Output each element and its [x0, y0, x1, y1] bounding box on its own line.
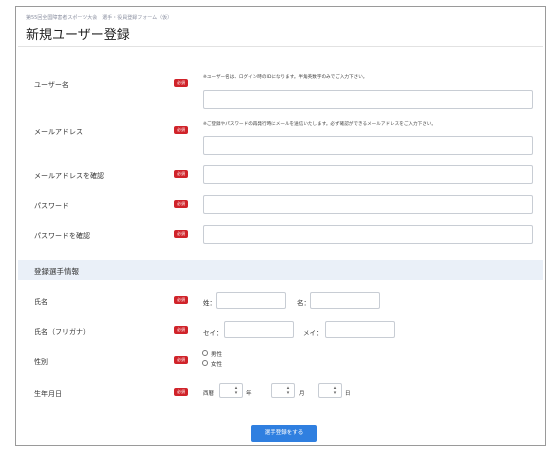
password-input[interactable] [203, 195, 533, 214]
month-unit: 月 [299, 391, 305, 397]
required-badge: 必須 [174, 388, 188, 396]
month-spin-icon[interactable]: ▴ ▾ [285, 386, 291, 396]
kana-label: 氏名（フリガナ） [34, 328, 90, 336]
password-confirm-label: パスワードを確認 [34, 232, 90, 240]
required-badge: 必須 [174, 356, 188, 364]
gender-radio-male[interactable] [202, 350, 208, 356]
gender-option-female: 女性 [211, 362, 223, 368]
kana-last-input[interactable] [224, 321, 294, 338]
era-label: 西暦 [203, 391, 215, 397]
password-confirm-input[interactable] [203, 225, 533, 244]
email-confirm-label: メールアドレスを確認 [34, 172, 104, 180]
email-label: メールアドレス [34, 128, 83, 136]
required-badge: 必須 [174, 79, 188, 87]
title-divider [18, 46, 543, 47]
section-header [18, 260, 543, 280]
gender-option-male: 男性 [211, 352, 223, 358]
email-confirm-input[interactable] [203, 165, 533, 184]
day-select[interactable] [318, 383, 342, 398]
username-note: ※ユーザー名は、ログイン時のIDになります。半角英数字のみでご入力下さい。 [203, 75, 368, 80]
day-unit: 日 [345, 391, 351, 397]
gender-radio-female[interactable] [202, 360, 208, 366]
kana-first-input[interactable] [325, 321, 395, 338]
required-badge: 必須 [174, 230, 188, 238]
required-badge: 必須 [174, 296, 188, 304]
page-title: 新規ユーザー登録 [26, 28, 130, 43]
username-input[interactable] [203, 90, 533, 109]
email-input[interactable] [203, 136, 533, 155]
first-name-input[interactable] [310, 292, 380, 309]
submit-button[interactable]: 選手登録をする [251, 425, 317, 442]
name-label: 氏名 [34, 298, 48, 306]
kana-last-prefix: セイ： [203, 329, 223, 337]
password-label: パスワード [34, 202, 69, 210]
gender-label: 性別 [34, 358, 48, 366]
username-label: ユーザー名 [34, 81, 69, 89]
year-select[interactable] [219, 383, 243, 398]
birthdate-label: 生年月日 [34, 390, 62, 398]
month-select[interactable] [271, 383, 295, 398]
last-name-prefix: 姓： [203, 299, 216, 307]
day-spin-icon[interactable]: ▴ ▾ [332, 386, 338, 396]
section-title: 登録選手情報 [34, 267, 79, 276]
required-badge: 必須 [174, 200, 188, 208]
breadcrumb: 第55回全国障害者スポーツ大会 選手・役員登録フォーム（仮） [26, 15, 173, 21]
email-note: ※ご登録やパスワードの再発行時にメールを送信いたします。必ず確認ができるメールア… [203, 122, 436, 127]
first-name-prefix: 名： [297, 299, 310, 307]
kana-first-prefix: メイ： [303, 329, 323, 337]
year-unit: 年 [246, 391, 252, 397]
required-badge: 必須 [174, 170, 188, 178]
required-badge: 必須 [174, 326, 188, 334]
year-spin-icon[interactable]: ▴ ▾ [233, 386, 239, 396]
required-badge: 必須 [174, 126, 188, 134]
last-name-input[interactable] [216, 292, 286, 309]
